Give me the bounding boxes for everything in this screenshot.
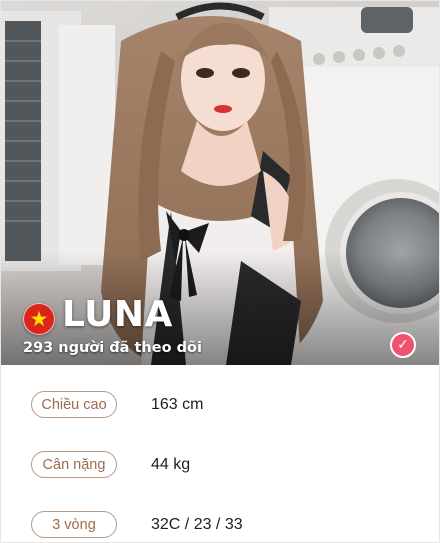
profile-card[interactable]: ★ LUNA 293 người đã theo dõi ✓ Chiều cao… bbox=[0, 0, 440, 543]
profile-photo[interactable]: ★ LUNA 293 người đã theo dõi ✓ bbox=[1, 1, 439, 365]
stat-value-weight: 44 kg bbox=[151, 456, 191, 473]
stat-label-weight: Cân nặng bbox=[31, 451, 117, 478]
check-icon[interactable]: ✓ bbox=[390, 332, 416, 358]
stat-value-height: 163 cm bbox=[151, 396, 204, 413]
stat-row-height: Chiều cao 163 cm bbox=[1, 365, 439, 425]
stat-label-height: Chiều cao bbox=[31, 391, 117, 418]
stat-value-measurements: 32C / 23 / 33 bbox=[151, 516, 243, 533]
stat-label-measurements: 3 vòng bbox=[31, 511, 117, 538]
stat-row-measurements: 3 vòng 32C / 23 / 33 bbox=[1, 485, 439, 542]
stat-row-weight: Cân nặng 44 kg bbox=[1, 425, 439, 485]
follower-count: 293 bbox=[23, 340, 54, 356]
vietnam-flag-icon: ★ bbox=[23, 303, 55, 335]
follower-info: 293 người đã theo dõi bbox=[23, 340, 202, 356]
stats-list: Chiều cao 163 cm Cân nặng 44 kg 3 vòng 3… bbox=[1, 365, 439, 542]
follower-label: người đã theo dõi bbox=[58, 340, 202, 356]
profile-name: LUNA bbox=[62, 294, 173, 335]
